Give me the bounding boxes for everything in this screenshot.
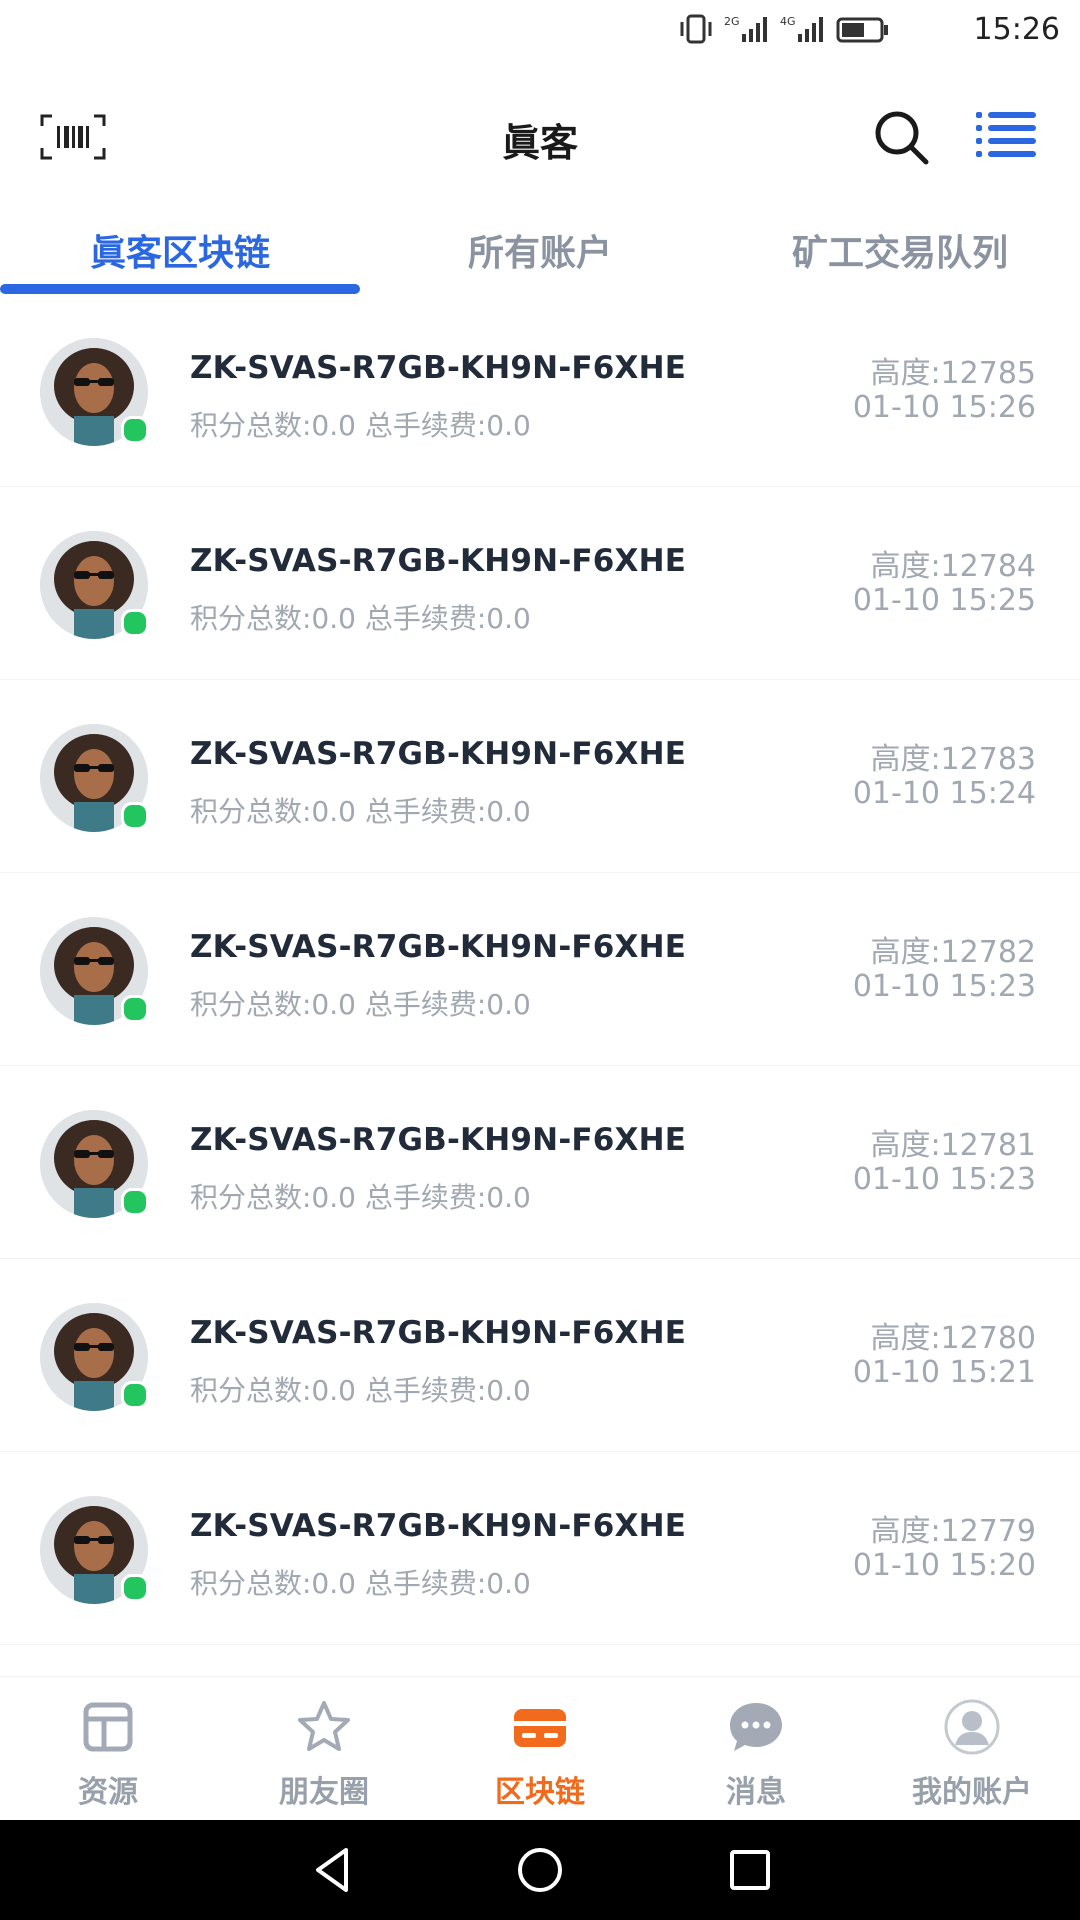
block-height: 高度:12782 [870,935,1036,970]
nav-label: 消息 [726,1775,786,1810]
account-id: ZK-SVAS-R7GB-KH9N-F6XHE [190,929,687,965]
system-nav-bar [0,1820,1080,1920]
block-height: 高度:12779 [870,1514,1036,1549]
search-icon [875,111,929,165]
block-height: 高度:12785 [870,356,1036,391]
block-summary: 积分总数:0.0 总手续费:0.0 [190,1181,531,1214]
block-height: 高度:12781 [870,1128,1036,1163]
online-status-dot [121,1574,149,1602]
account-id: ZK-SVAS-R7GB-KH9N-F6XHE [190,736,687,772]
star-icon [298,1701,350,1751]
svg-text:4G: 4G [780,15,796,28]
nav-label: 资源 [78,1775,138,1810]
nav-blockchain[interactable]: 区块链 [432,1677,648,1821]
nav-label: 朋友圈 [279,1775,369,1810]
signal-4g-icon: 4G [780,15,823,42]
list-item[interactable]: ZK-SVAS-R7GB-KH9N-F6XHE 积分总数:0.0 总手续费:0.… [0,1066,1080,1259]
home-icon[interactable] [512,1842,568,1898]
svg-text:2G: 2G [724,15,740,28]
status-icons: 2G 4G [678,14,890,44]
tab-indicator [0,284,360,294]
block-time: 01-10 15:23 [852,1162,1036,1197]
list-item[interactable]: ZK-SVAS-R7GB-KH9N-F6XHE 积分总数:0.0 总手续费:0.… [0,1452,1080,1645]
tab-miner-queue[interactable]: 矿工交易队列 [720,224,1080,280]
nav-my-account[interactable]: 我的账户 [864,1677,1080,1821]
account-id: ZK-SVAS-R7GB-KH9N-F6XHE [190,350,687,386]
block-summary: 积分总数:0.0 总手续费:0.0 [190,795,531,828]
list-item[interactable]: ZK-SVAS-R7GB-KH9N-F6XHE 积分总数:0.0 总手续费:0.… [0,680,1080,873]
card-icon [514,1709,566,1747]
block-time: 01-10 15:23 [852,969,1036,1004]
user-icon [944,1699,1000,1755]
block-time: 01-10 15:26 [852,390,1036,425]
tab-bar: 眞客区块链 所有账户 矿工交易队列 [0,210,1080,294]
nav-label: 区块链 [495,1775,585,1810]
online-status-dot [121,995,149,1023]
nav-messages[interactable]: 消息 [648,1677,864,1821]
list-menu-button[interactable] [976,110,1038,160]
block-summary: 积分总数:0.0 总手续费:0.0 [190,602,531,635]
recents-icon[interactable] [722,1842,778,1898]
block-height: 高度:12783 [870,742,1036,777]
account-id: ZK-SVAS-R7GB-KH9N-F6XHE [190,543,687,579]
chat-icon [730,1703,782,1751]
block-height: 高度:12780 [870,1321,1036,1356]
online-status-dot [121,416,149,444]
tab-all-accounts[interactable]: 所有账户 [360,224,720,280]
status-bar: 2G 4G 15:26 [0,0,1080,64]
list-icon [976,112,1036,157]
list-item[interactable]: ZK-SVAS-R7GB-KH9N-F6XHE 积分总数:0.0 总手续费:0.… [0,294,1080,487]
block-summary: 积分总数:0.0 总手续费:0.0 [190,1567,531,1600]
list-item[interactable]: ZK-SVAS-R7GB-KH9N-F6XHE 积分总数:0.0 总手续费:0.… [0,1259,1080,1452]
block-summary: 积分总数:0.0 总手续费:0.0 [190,988,531,1021]
online-status-dot [121,609,149,637]
block-summary: 积分总数:0.0 总手续费:0.0 [190,1374,531,1407]
vibrate-icon [680,14,712,44]
layout-icon [83,1702,133,1752]
list-item[interactable]: ZK-SVAS-R7GB-KH9N-F6XHE 积分总数:0.0 总手续费:0.… [0,487,1080,680]
nav-label: 我的账户 [912,1775,1032,1810]
battery-icon [836,17,888,43]
account-id: ZK-SVAS-R7GB-KH9N-F6XHE [190,1122,687,1158]
nav-moments[interactable]: 朋友圈 [216,1677,432,1821]
online-status-dot [121,802,149,830]
signal-2g-icon: 2G [724,15,767,42]
status-time: 15:26 [973,12,1060,47]
block-list: ZK-SVAS-R7GB-KH9N-F6XHE 积分总数:0.0 总手续费:0.… [0,294,1080,1645]
online-status-dot [121,1188,149,1216]
account-id: ZK-SVAS-R7GB-KH9N-F6XHE [190,1315,687,1351]
online-status-dot [121,1381,149,1409]
tab-blockchain[interactable]: 眞客区块链 [0,224,360,280]
block-time: 01-10 15:25 [852,583,1036,618]
block-summary: 积分总数:0.0 总手续费:0.0 [190,409,531,442]
back-icon[interactable] [306,1842,362,1898]
list-item[interactable]: ZK-SVAS-R7GB-KH9N-F6XHE 积分总数:0.0 总手续费:0.… [0,873,1080,1066]
block-time: 01-10 15:20 [852,1548,1036,1583]
account-id: ZK-SVAS-R7GB-KH9N-F6XHE [190,1508,687,1544]
nav-resources[interactable]: 资源 [0,1677,216,1821]
search-button[interactable] [872,108,930,166]
bottom-nav: 资源 朋友圈 区块链 消息 我的账户 [0,1676,1080,1821]
block-time: 01-10 15:24 [852,776,1036,811]
block-time: 01-10 15:21 [852,1355,1036,1390]
app-bar: 眞客 [0,64,1080,210]
block-height: 高度:12784 [870,549,1036,584]
